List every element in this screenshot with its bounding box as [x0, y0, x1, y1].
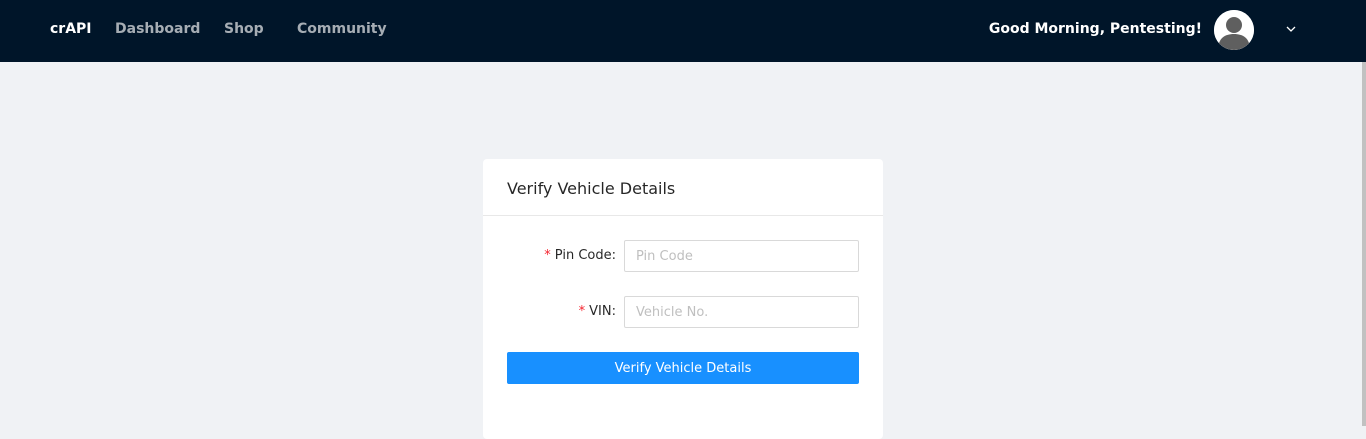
card-title: Verify Vehicle Details	[507, 179, 676, 198]
vin-row: * VIN:	[483, 296, 883, 328]
pin-code-label-text: Pin Code	[554, 248, 612, 263]
verify-vehicle-button[interactable]: Verify Vehicle Details	[507, 352, 859, 384]
top-navbar: crAPI Dashboard Shop Community Good Morn…	[0, 0, 1366, 62]
nav-dashboard[interactable]: Dashboard	[115, 21, 200, 37]
vin-label-text: VIN	[589, 304, 612, 319]
nav-community[interactable]: Community	[297, 21, 387, 37]
label-separator: :	[611, 304, 616, 319]
label-separator: :	[611, 248, 616, 263]
vin-input[interactable]	[624, 296, 859, 328]
required-mark: *	[578, 304, 586, 319]
card-header: Verify Vehicle Details	[483, 159, 883, 216]
scrollbar[interactable]	[1362, 62, 1366, 426]
user-avatar-icon[interactable]	[1214, 10, 1254, 50]
pin-code-row: * Pin Code:	[483, 240, 883, 272]
required-mark: *	[544, 248, 551, 263]
nav-shop[interactable]: Shop	[224, 21, 264, 37]
brand-logo[interactable]: crAPI	[50, 21, 92, 37]
user-greeting: Good Morning, Pentesting!	[988, 21, 1202, 37]
chevron-down-icon[interactable]	[1285, 23, 1297, 35]
vin-label: * VIN:	[579, 304, 616, 319]
pin-code-input[interactable]	[624, 240, 859, 272]
pin-code-label: * Pin Code:	[544, 248, 616, 263]
verify-vehicle-card: Verify Vehicle Details *Pin Code: *VIN: …	[483, 159, 883, 439]
